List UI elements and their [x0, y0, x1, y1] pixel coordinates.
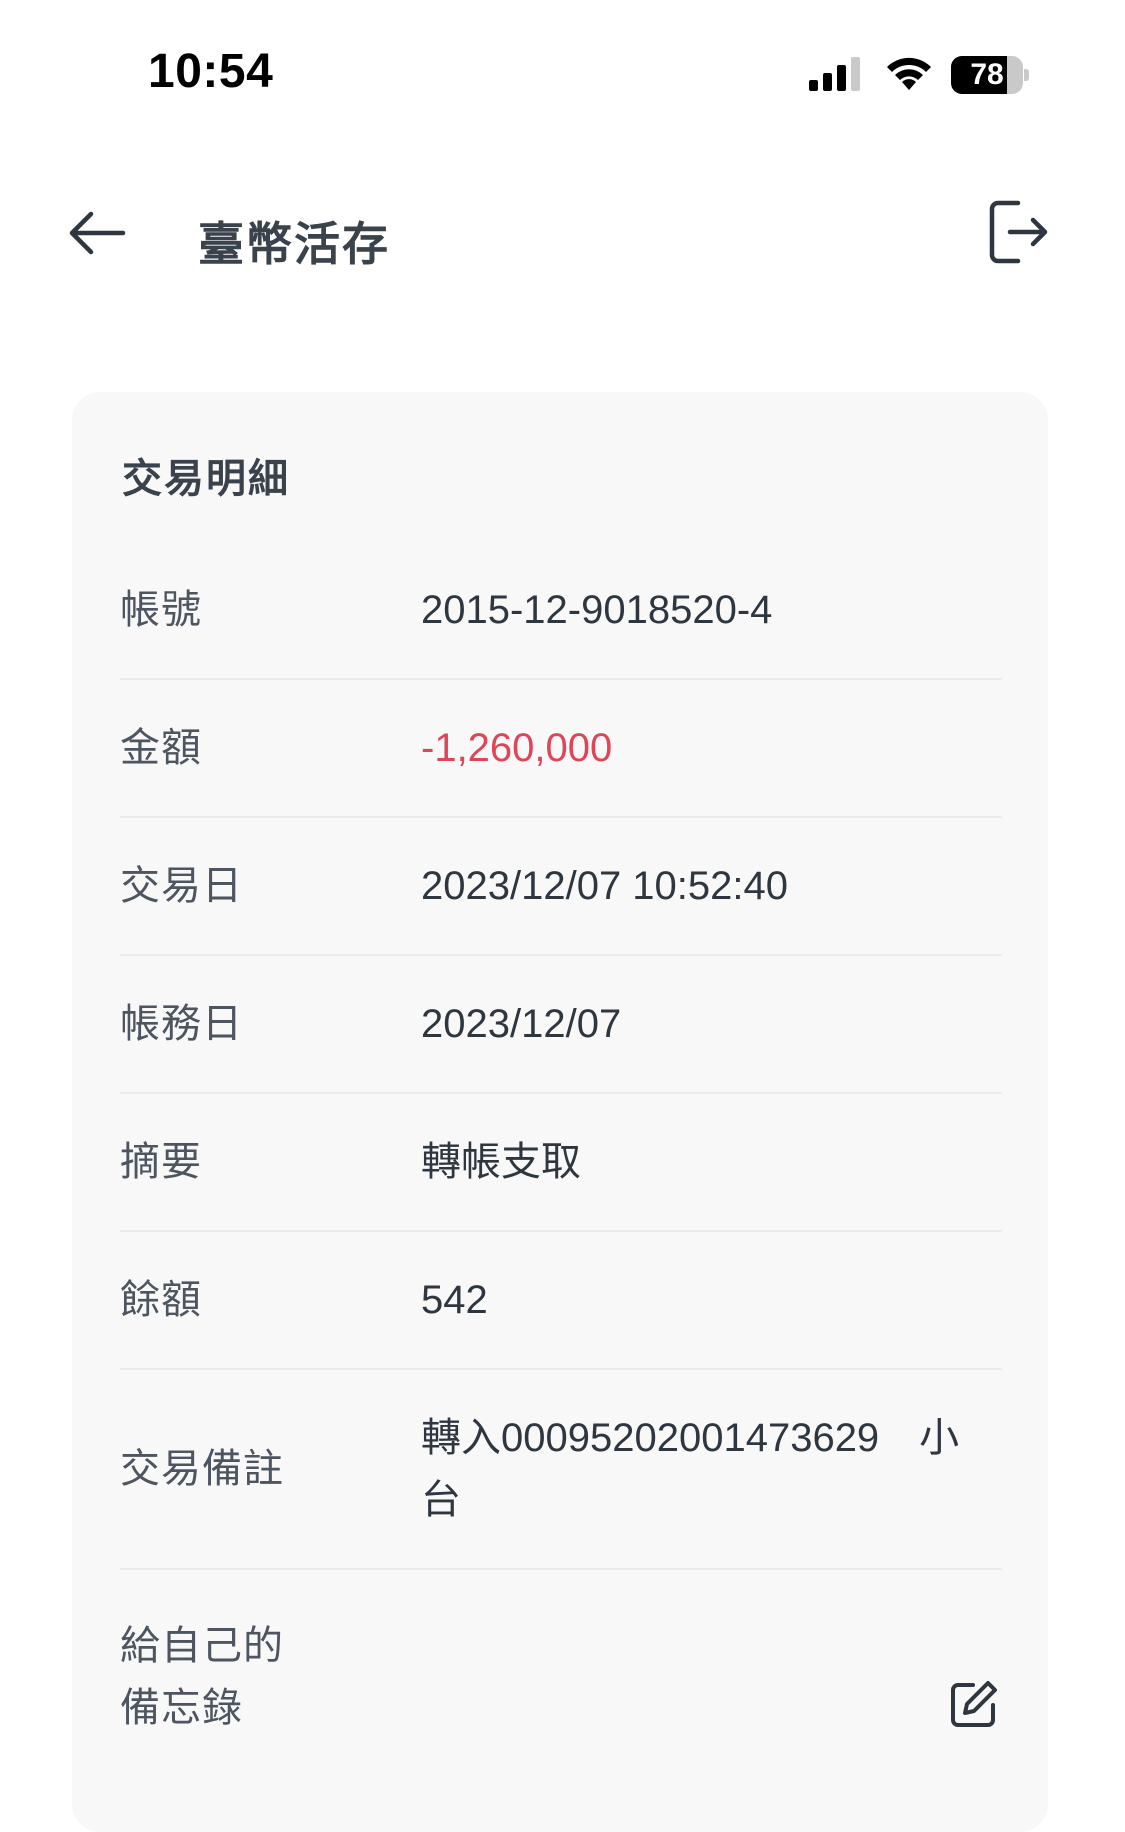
balance-row: 餘額 542	[120, 1232, 1002, 1370]
status-time: 10:54	[148, 45, 274, 98]
account-number-row: 帳號 2015-12-9018520-4	[120, 542, 1002, 680]
battery-icon: 78	[951, 56, 1029, 94]
transaction-note-row: 交易備註 轉入00095202001473629 小台	[120, 1370, 1002, 1570]
account-number-value: 2015-12-9018520-4	[421, 588, 773, 632]
transaction-note-label: 交易備註	[120, 1446, 284, 1492]
transaction-date-label: 交易日	[120, 863, 243, 909]
balance-value: 542	[421, 1278, 488, 1322]
personal-memo-row[interactable]: 給自己的備忘錄	[120, 1570, 1002, 1784]
logout-icon	[988, 199, 1050, 269]
status-icons: 78	[807, 52, 1029, 98]
transaction-date-row: 交易日 2023/12/07 10:52:40	[120, 818, 1002, 956]
amount-label: 金額	[120, 725, 202, 771]
page-title: 臺幣活存	[198, 217, 390, 271]
status-bar: 10:54 78	[0, 0, 1125, 150]
transaction-note-value: 轉入00095202001473629 小台	[421, 1416, 960, 1522]
detail-list: 帳號 2015-12-9018520-4 金額 -1,260,000 交易日 2…	[120, 542, 1002, 1784]
arrow-left-icon	[67, 208, 127, 262]
logout-button[interactable]	[981, 196, 1057, 272]
transaction-date-value: 2023/12/07 10:52:40	[421, 864, 789, 908]
summary-row: 摘要 轉帳支取	[120, 1094, 1002, 1232]
amount-row: 金額 -1,260,000	[120, 680, 1002, 818]
back-button[interactable]	[60, 200, 134, 270]
app-header: 臺幣活存	[0, 180, 1125, 290]
transaction-detail-card: 交易明細 帳號 2015-12-9018520-4 金額 -1,260,000 …	[72, 392, 1048, 1832]
edit-icon	[949, 1679, 999, 1733]
battery-level: 78	[970, 58, 1004, 91]
booking-date-row: 帳務日 2023/12/07	[120, 956, 1002, 1094]
edit-memo-button[interactable]	[946, 1678, 1002, 1734]
card-title: 交易明細	[122, 456, 290, 502]
summary-value: 轉帳支取	[421, 1140, 581, 1184]
wifi-icon	[883, 54, 935, 96]
amount-value: -1,260,000	[421, 726, 613, 770]
booking-date-label: 帳務日	[120, 1001, 243, 1047]
balance-label: 餘額	[120, 1277, 202, 1323]
personal-memo-label: 給自己的備忘錄	[120, 1623, 284, 1731]
summary-label: 摘要	[120, 1139, 202, 1185]
account-number-label: 帳號	[120, 587, 202, 633]
cellular-signal-icon	[807, 54, 867, 96]
booking-date-value: 2023/12/07	[421, 1002, 622, 1046]
